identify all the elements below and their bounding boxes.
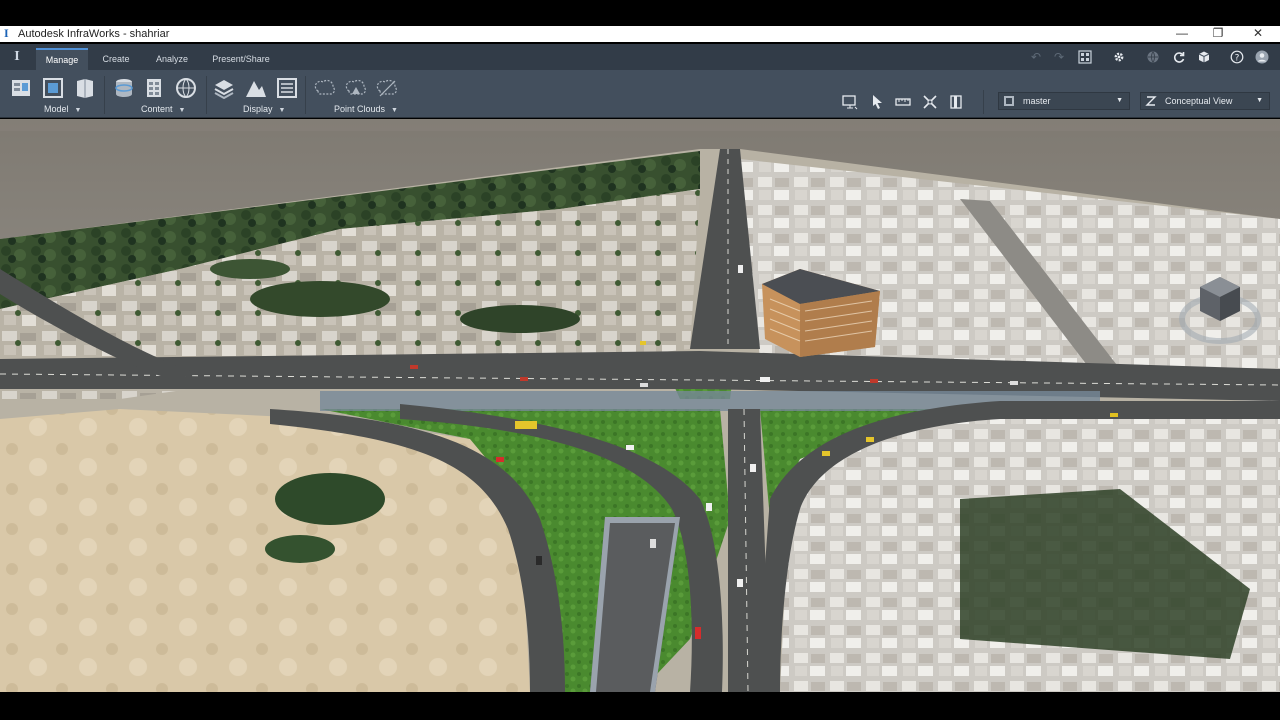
redo-icon[interactable]: ↷ xyxy=(1052,50,1066,64)
user-avatar-icon[interactable] xyxy=(1255,50,1269,64)
screen-capture-icon[interactable] xyxy=(842,94,858,110)
chevron-down-icon: ▼ xyxy=(74,107,82,114)
ribbon-panel: Model ▼ Content ▼ Display ▼ Point Clouds ▼ xyxy=(0,70,1280,118)
application-menu-icon[interactable]: I xyxy=(8,48,26,66)
view-cube-icon[interactable] xyxy=(1176,267,1264,347)
chevron-down-icon: ▼ xyxy=(278,107,286,114)
style-palette-icon[interactable] xyxy=(143,77,165,99)
ribbon-divider xyxy=(983,90,984,114)
ribbon-group-point-clouds[interactable]: Point Clouds ▼ xyxy=(334,104,398,114)
model-explorer-icon[interactable] xyxy=(74,77,96,99)
settings-gear-icon[interactable] xyxy=(1112,50,1126,64)
svg-text:?: ? xyxy=(1235,54,1240,64)
window-title-bar: I Autodesk InfraWorks - shahriar — ❐ ✕ xyxy=(0,26,1280,42)
visual-style-dropdown-value: Conceptual View xyxy=(1165,96,1233,106)
data-sources-icon[interactable] xyxy=(10,77,32,99)
undo-icon[interactable]: ↶ xyxy=(1029,50,1043,64)
bookmark-panel-icon[interactable] xyxy=(949,94,965,110)
chevron-down-icon: ▼ xyxy=(1116,97,1123,104)
infraworks-app-icon: I xyxy=(4,26,9,40)
model-grid-icon[interactable] xyxy=(1078,50,1092,64)
visual-style-dropdown[interactable]: Conceptual View ▼ xyxy=(1140,92,1270,110)
point-cloud-slice-icon[interactable] xyxy=(376,77,398,99)
point-cloud-terrain-icon[interactable] xyxy=(345,77,367,99)
proposal-dropdown-value: master xyxy=(1023,96,1051,106)
proposal-dropdown[interactable]: master ▼ xyxy=(998,92,1130,110)
globe-network-icon[interactable] xyxy=(175,77,197,99)
chevron-down-icon: ▼ xyxy=(1256,97,1263,104)
ribbon-divider xyxy=(206,76,207,114)
interchange-scene xyxy=(0,119,1280,692)
ribbon-group-content-label: Content xyxy=(141,104,173,114)
model-properties-icon[interactable] xyxy=(42,77,64,99)
cube-icon[interactable] xyxy=(1197,50,1211,64)
tab-present-share[interactable]: Present/Share xyxy=(206,49,276,69)
window-title: Autodesk InfraWorks - shahriar xyxy=(18,28,170,40)
point-cloud-icon[interactable] xyxy=(314,77,336,99)
snap-tool-icon[interactable] xyxy=(922,94,938,110)
select-cursor-icon[interactable] xyxy=(870,94,886,110)
ribbon-divider xyxy=(305,76,306,114)
list-panel-icon[interactable] xyxy=(276,77,298,99)
letterbox-bottom xyxy=(0,692,1280,720)
3d-viewport[interactable] xyxy=(0,119,1280,692)
terrain-icon[interactable] xyxy=(245,77,267,99)
ribbon-group-model[interactable]: Model ▼ xyxy=(44,104,81,114)
ribbon-divider xyxy=(104,76,105,114)
proposal-icon xyxy=(1003,95,1015,107)
ribbon-group-point-clouds-label: Point Clouds xyxy=(334,104,386,114)
ribbon-tab-bar: I Manage Create Analyze Present/Share ↶ … xyxy=(0,44,1280,70)
measure-icon[interactable] xyxy=(895,94,911,110)
chevron-down-icon: ▼ xyxy=(178,107,186,114)
database-icon[interactable] xyxy=(113,77,135,99)
tab-create[interactable]: Create xyxy=(96,49,136,69)
maximize-button[interactable]: ❐ xyxy=(1200,26,1236,42)
visual-style-icon xyxy=(1145,95,1157,107)
layers-icon[interactable] xyxy=(213,77,235,100)
globe-icon[interactable] xyxy=(1146,50,1160,64)
sync-icon[interactable] xyxy=(1172,50,1186,64)
minimize-button[interactable]: — xyxy=(1164,26,1200,42)
ribbon-group-content[interactable]: Content ▼ xyxy=(141,104,185,114)
ribbon-group-model-label: Model xyxy=(44,104,69,114)
help-icon[interactable]: ? xyxy=(1230,50,1244,64)
chevron-down-icon: ▼ xyxy=(391,107,398,114)
ribbon-group-display-label: Display xyxy=(243,104,273,114)
close-button[interactable]: ✕ xyxy=(1240,26,1276,42)
tab-analyze[interactable]: Analyze xyxy=(150,49,194,69)
ribbon-group-display[interactable]: Display ▼ xyxy=(243,104,285,114)
tab-manage[interactable]: Manage xyxy=(36,48,88,70)
